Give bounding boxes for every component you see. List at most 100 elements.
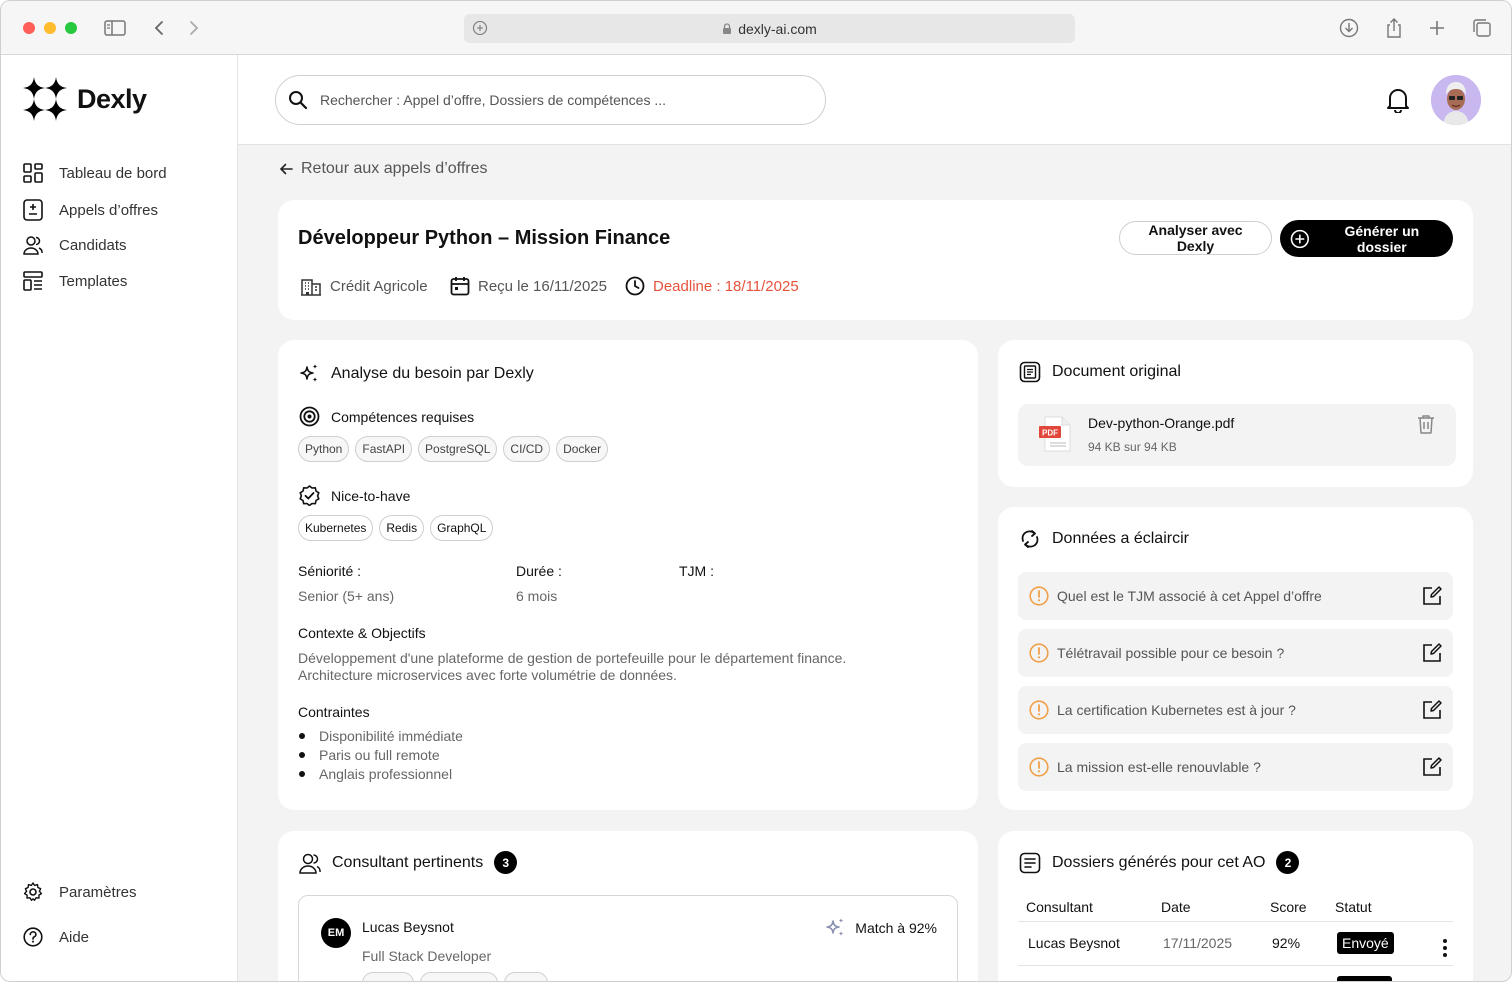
sidebar-item-templates[interactable]: Templates (23, 271, 127, 291)
clarify-question-item[interactable]: La mission est-elle renouvlable ? (1018, 743, 1453, 791)
nice-to-have-heading: Nice-to-have (299, 485, 410, 506)
dexly-logo-icon (23, 77, 67, 121)
edit-icon[interactable] (1421, 756, 1443, 778)
refresh-icon (1021, 530, 1039, 548)
sidebar-item-label: Templates (59, 272, 128, 290)
sidebar-item-label: Appels d’offres (59, 201, 158, 219)
back-to-tenders-link[interactable]: Retour aux appels d’offres (279, 160, 487, 178)
search-bar[interactable] (275, 75, 826, 125)
dossiers-title: Dossiers générés pour cet AO (1052, 853, 1266, 871)
skill-chip: Redis (379, 515, 425, 541)
uploaded-file[interactable]: PDF Dev-python-Orange.pdf 94 KB sur 94 K… (1018, 404, 1456, 466)
sidebar-item-dashboard[interactable]: Tableau de bord (23, 163, 167, 183)
consultants-heading: Consultant pertinents 3 (299, 851, 518, 874)
received-date-meta: Reçu le 16/11/2025 (450, 276, 607, 296)
page-title: Développeur Python – Mission Finance (298, 227, 671, 249)
arrow-left-icon (279, 163, 293, 175)
column-header[interactable]: Consultant (1018, 893, 1153, 922)
consultant-card[interactable]: EM Lucas Beysnot Full Stack Developer Ma… (298, 895, 958, 981)
zoom-window-button[interactable] (65, 22, 77, 34)
clock-icon (625, 276, 645, 296)
deadline-meta: Deadline : 18/11/2025 (625, 276, 799, 296)
clarify-question-item[interactable]: La certification Kubernetes est à jour ? (1018, 686, 1453, 734)
analyze-with-dexly-button[interactable]: Analyser avec Dexly (1119, 221, 1272, 255)
trash-icon[interactable] (1417, 414, 1435, 434)
calendar-icon (450, 277, 470, 296)
plus-circle-icon (1290, 229, 1309, 248)
tab-overview-icon[interactable] (1471, 17, 1493, 39)
sidebar-item-candidates[interactable]: Candidats (23, 235, 127, 255)
user-avatar[interactable] (1431, 75, 1481, 125)
cell-score (1262, 965, 1327, 981)
close-window-button[interactable] (23, 22, 35, 34)
column-header[interactable]: Statut (1327, 893, 1413, 922)
skill-chip: Docker (556, 436, 609, 462)
context-line: Architecture microservices avec forte vo… (298, 667, 677, 683)
skill-chip: Kubernetes (298, 515, 374, 541)
cell-consultant (1018, 965, 1153, 981)
duration-label: Durée : (516, 563, 562, 579)
status-badge: Envoyé (1337, 932, 1394, 954)
cell-score: 92% (1262, 921, 1327, 966)
clarify-question-item[interactable]: Télétravail possible pour ce besoin ? (1018, 629, 1453, 677)
nice-to-have-title: Nice-to-have (331, 487, 411, 504)
consultant-role: Full Stack Developer (362, 948, 492, 964)
edit-icon[interactable] (1421, 585, 1443, 607)
clarify-data-card: Données a éclaircir Quel est le TJM asso… (998, 507, 1473, 810)
search-input[interactable] (320, 92, 780, 108)
help-icon (23, 927, 43, 947)
analysis-card: Analyse du besoin par Dexly Compétences … (278, 340, 978, 810)
column-header[interactable]: Score (1262, 893, 1327, 922)
sidebar-item-label: Tableau de bord (59, 164, 167, 182)
sidebar-toggle-icon[interactable] (104, 17, 126, 39)
sidebar-item-settings[interactable]: Paramètres (23, 882, 137, 902)
document-title: Document original (1052, 363, 1181, 380)
sidebar: Dexly Tableau de bord Appels d’offres Ca… (1, 55, 238, 981)
company-name: Crédit Agricole (330, 277, 428, 295)
notifications-bell-icon[interactable] (1386, 87, 1410, 118)
new-tab-icon[interactable] (1426, 17, 1448, 39)
minimize-window-button[interactable] (44, 22, 56, 34)
cell-date: 17/11/2025 (1153, 921, 1262, 966)
lock-icon (722, 22, 732, 35)
skill-chip: GraphQL (430, 515, 494, 541)
document-icon (1019, 361, 1041, 383)
skill-chip: PostgreSQL (418, 436, 498, 462)
address-bar[interactable]: dexly-ai.com (464, 14, 1075, 43)
consultants-card: Consultant pertinents 3 EM Lucas Beysnot… (278, 831, 978, 981)
back-arrow-icon[interactable] (148, 17, 170, 39)
clarify-question-item[interactable]: Quel est le TJM associé à cet Appel d’of… (1018, 572, 1453, 620)
seniority-label: Séniorité : (298, 563, 362, 579)
pdf-badge-text: PDF (1042, 429, 1058, 438)
column-header[interactable]: Date (1153, 893, 1262, 922)
table-row[interactable]: Lucas Beysnot 17/11/2025 92% Envoyé (1018, 921, 1453, 966)
file-size: 94 KB sur 94 KB (1088, 440, 1177, 454)
cell-consultant: Lucas Beysnot (1018, 921, 1153, 966)
table-row[interactable] (1018, 965, 1453, 981)
file-name: Dev-python-Orange.pdf (1088, 415, 1235, 431)
forward-arrow-icon[interactable] (183, 17, 205, 39)
more-options-icon[interactable] (1443, 938, 1447, 957)
clarify-heading: Données a éclaircir (1019, 528, 1189, 550)
warning-icon (1029, 643, 1049, 663)
template-icon (23, 271, 43, 291)
generate-dossier-button[interactable]: Générer un dossier (1280, 220, 1453, 257)
constraint-item: Anglais professionnel (298, 765, 463, 784)
sidebar-item-help[interactable]: Aide (23, 927, 89, 947)
cell-status: Envoyé (1327, 921, 1413, 966)
match-score-label: Match à 92% (855, 919, 937, 936)
consultants-title: Consultant pertinents (332, 853, 484, 871)
edit-icon[interactable] (1421, 642, 1443, 664)
app-logo[interactable]: Dexly (23, 77, 147, 121)
download-icon[interactable] (1338, 17, 1360, 39)
duration-value: 6 mois (516, 588, 558, 604)
sidebar-item-label: Aide (59, 928, 90, 946)
clarify-title: Données a éclaircir (1052, 530, 1189, 547)
sidebar-item-tenders[interactable]: Appels d’offres (23, 199, 158, 221)
skill-chip (362, 972, 414, 981)
url-text: dexly-ai.com (738, 20, 817, 37)
consultants-count-badge: 3 (494, 851, 518, 874)
edit-icon[interactable] (1421, 699, 1443, 721)
share-icon[interactable] (1383, 17, 1405, 39)
tenders-icon (23, 199, 43, 221)
